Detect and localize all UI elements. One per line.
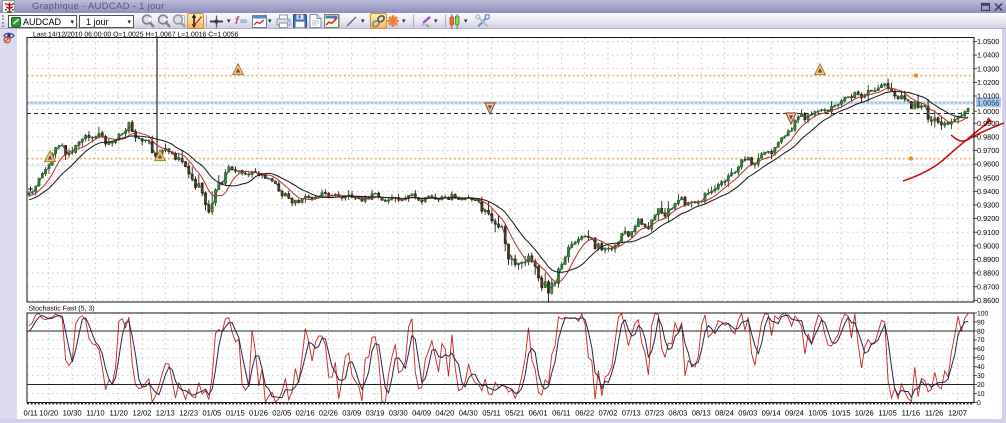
svg-text:0.9500: 0.9500	[977, 173, 999, 182]
svg-text:08/13: 08/13	[692, 409, 711, 418]
svg-text:11/05: 11/05	[878, 409, 896, 418]
svg-text:50: 50	[977, 355, 985, 362]
svg-text:09/24: 09/24	[785, 409, 804, 418]
svg-text:06/22: 06/22	[575, 409, 594, 418]
svg-text:11/26: 11/26	[925, 409, 943, 418]
svg-text:1.0400: 1.0400	[977, 51, 999, 60]
svg-text:0.8800: 0.8800	[977, 269, 999, 278]
svg-text:40: 40	[977, 364, 985, 371]
svg-text:07/02: 07/02	[598, 409, 617, 418]
svg-text:06/01: 06/01	[529, 409, 548, 418]
svg-text:04/30: 04/30	[459, 409, 478, 418]
svg-text:1.0500: 1.0500	[977, 37, 999, 46]
svg-text:08/03: 08/03	[668, 409, 687, 418]
svg-text:10/30: 10/30	[63, 409, 82, 418]
svg-text:1.0000: 1.0000	[977, 107, 999, 116]
svg-text:02/26: 02/26	[319, 409, 338, 418]
svg-text:0.8700: 0.8700	[977, 282, 999, 291]
svg-text:04/09: 04/09	[412, 409, 431, 418]
svg-text:10/15: 10/15	[831, 409, 850, 418]
svg-text:0.9000: 0.9000	[977, 241, 999, 250]
svg-text:0.9100: 0.9100	[977, 228, 999, 237]
svg-text:12/13: 12/13	[156, 409, 175, 418]
svg-text:03/19: 03/19	[365, 409, 384, 418]
svg-text:02/16: 02/16	[296, 409, 315, 418]
svg-text:10/05: 10/05	[808, 409, 827, 418]
svg-text:100: 100	[977, 310, 989, 317]
svg-text:0: 0	[977, 400, 981, 407]
svg-text:11/20: 11/20	[109, 409, 127, 418]
svg-text:30: 30	[977, 373, 985, 380]
svg-text:0.8900: 0.8900	[977, 255, 999, 264]
svg-text:01/05: 01/05	[202, 409, 221, 418]
svg-text:0.9300: 0.9300	[977, 201, 999, 210]
svg-text:0.9400: 0.9400	[977, 187, 999, 196]
svg-text:03/09: 03/09	[342, 409, 361, 418]
svg-text:09/14: 09/14	[762, 409, 781, 418]
svg-text:05/21: 05/21	[505, 409, 524, 418]
svg-text:1.0200: 1.0200	[977, 78, 999, 87]
svg-text:10/20: 10/20	[39, 409, 58, 418]
svg-text:20: 20	[977, 382, 985, 389]
svg-text:∞: ∞	[240, 16, 247, 27]
svg-text:60: 60	[977, 346, 985, 353]
svg-text:05/11: 05/11	[482, 409, 500, 418]
svg-text:03/30: 03/30	[389, 409, 408, 418]
svg-text:0.9600: 0.9600	[977, 160, 999, 169]
svg-text:1.0056: 1.0056	[977, 98, 999, 107]
svg-text:01/15: 01/15	[226, 409, 245, 418]
svg-text:1.0300: 1.0300	[977, 64, 999, 73]
svg-text:90: 90	[977, 319, 985, 326]
svg-text:09/03: 09/03	[738, 409, 757, 418]
svg-text:11/16: 11/16	[902, 409, 920, 418]
svg-text:11/10: 11/10	[86, 409, 104, 418]
svg-text:0.9200: 0.9200	[977, 214, 999, 223]
svg-text:70: 70	[977, 337, 985, 344]
svg-text:01/26: 01/26	[249, 409, 268, 418]
svg-text:12/07: 12/07	[948, 409, 967, 418]
svg-text:0/11: 0/11	[24, 409, 38, 418]
svg-text:Stochastic Fast (5, 3): Stochastic Fast (5, 3)	[29, 305, 95, 313]
svg-text:02/05: 02/05	[272, 409, 291, 418]
svg-text:06/11: 06/11	[552, 409, 570, 418]
svg-text:10: 10	[977, 391, 985, 398]
svg-text:08/24: 08/24	[715, 409, 734, 418]
svg-text:0.9900: 0.9900	[977, 119, 999, 128]
svg-text:12/02: 12/02	[132, 409, 151, 418]
svg-text:07/23: 07/23	[645, 409, 664, 418]
svg-text:10/26: 10/26	[855, 409, 874, 418]
svg-text:0.8600: 0.8600	[977, 296, 999, 305]
svg-text:0.9800: 0.9800	[977, 132, 999, 141]
svg-text:80: 80	[977, 328, 985, 335]
svg-text:07/13: 07/13	[622, 409, 641, 418]
svg-text:12/23: 12/23	[179, 409, 198, 418]
svg-text:0.9700: 0.9700	[977, 146, 999, 155]
svg-text:04/20: 04/20	[435, 409, 454, 418]
